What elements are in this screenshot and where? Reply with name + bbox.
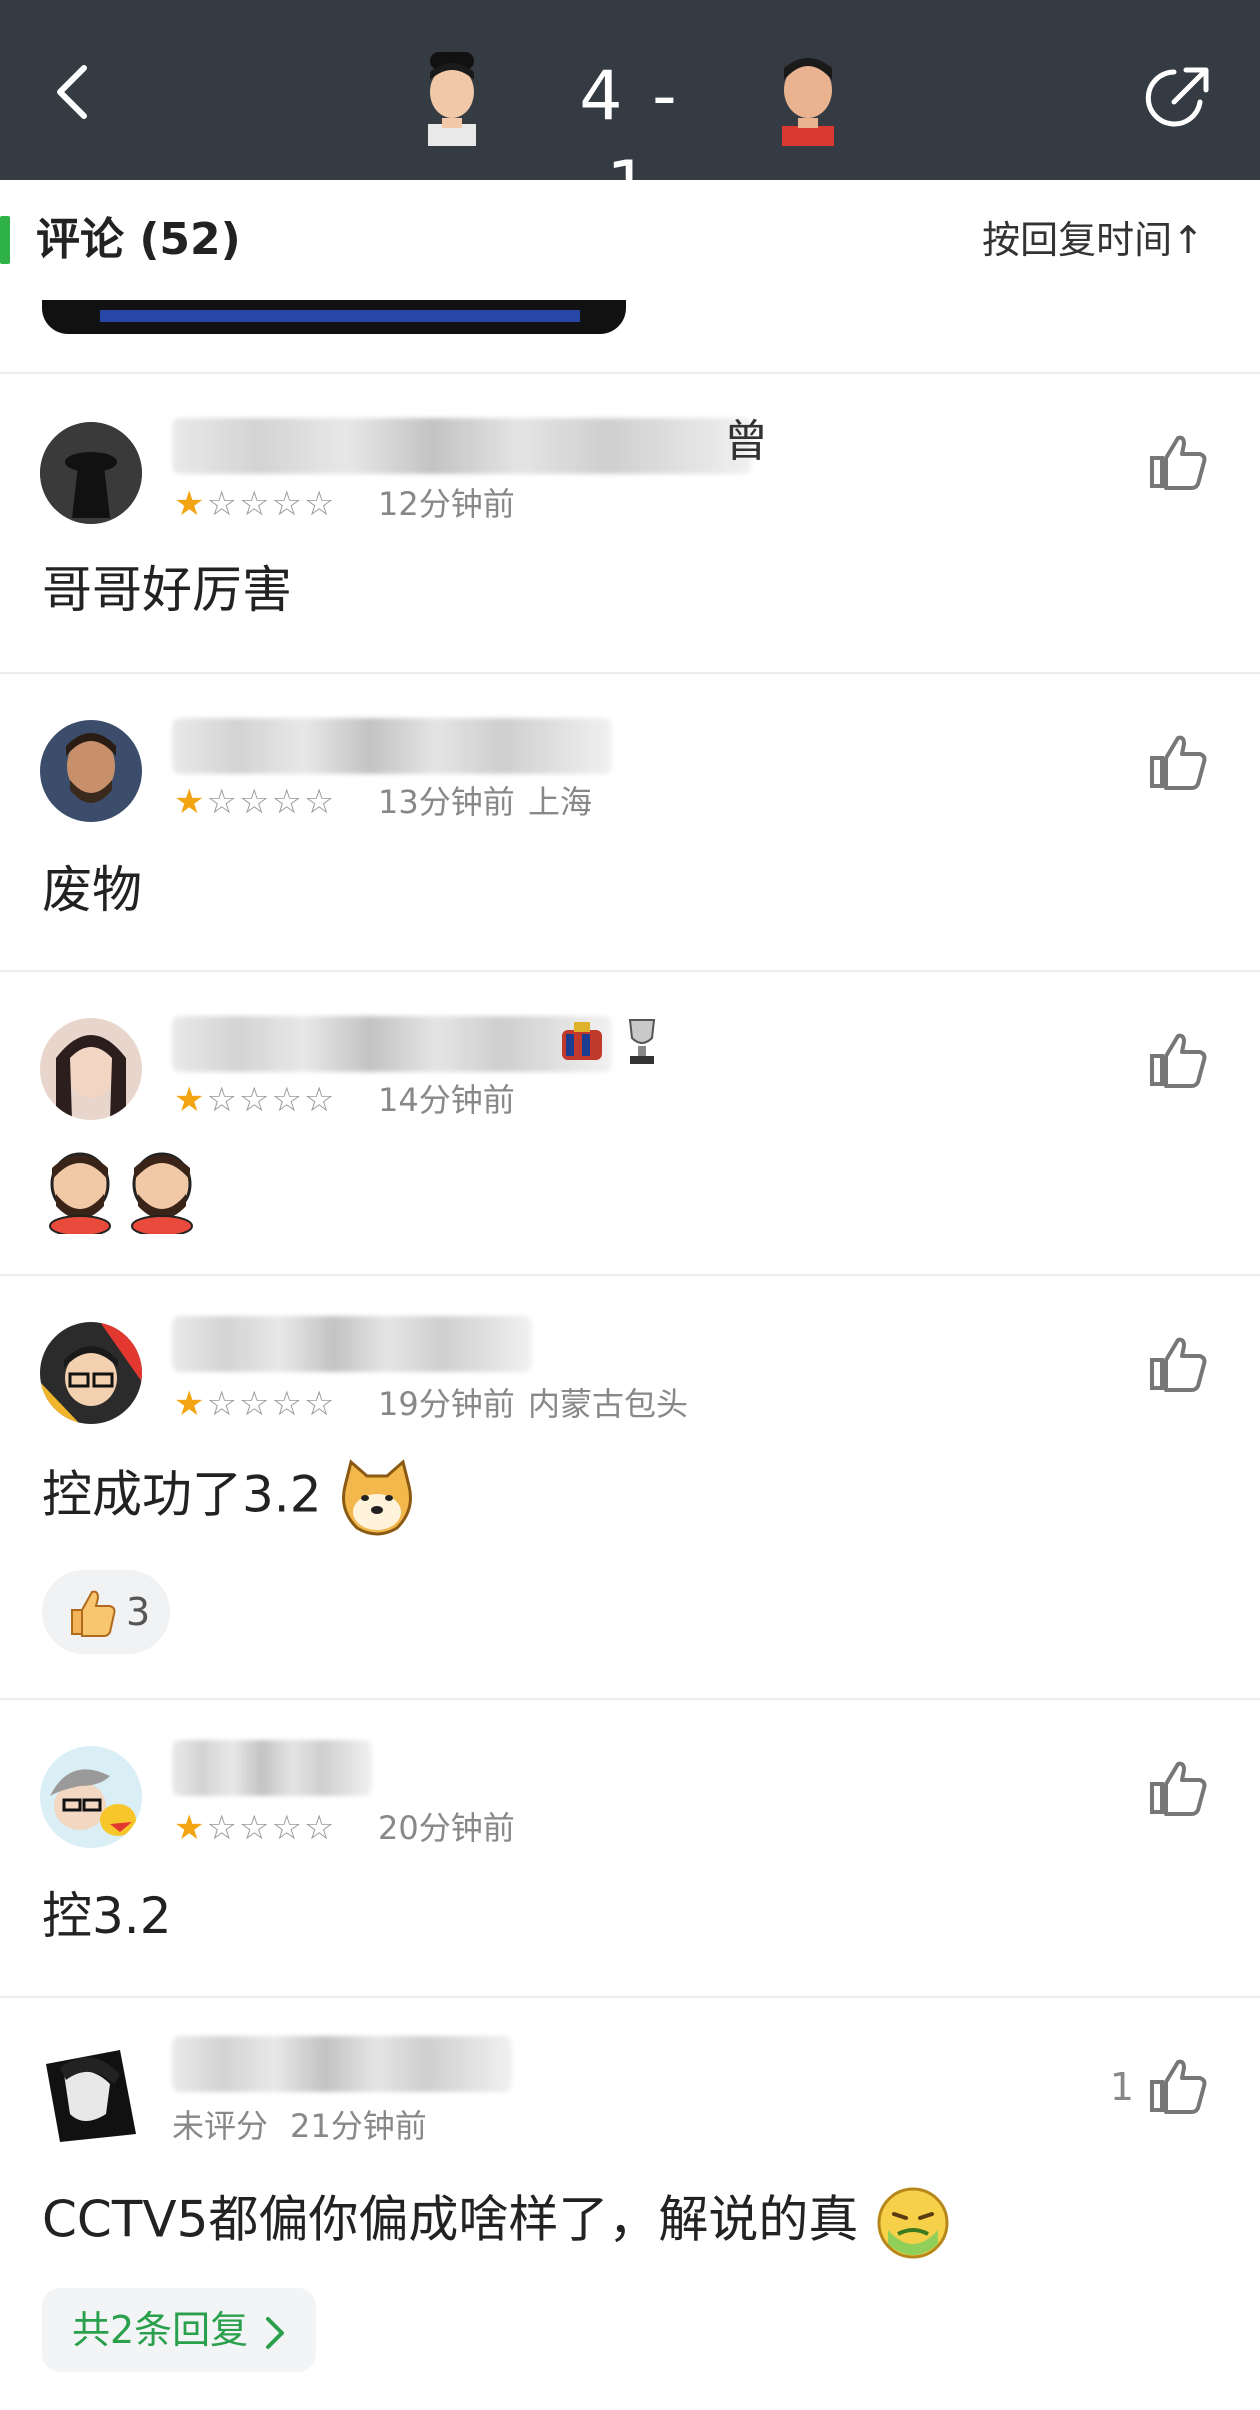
player-right-avatar[interactable] [768, 46, 848, 146]
comment-time: 13分钟前 [378, 783, 515, 821]
player-left-avatar[interactable] [412, 46, 492, 146]
user-avatar[interactable] [40, 720, 142, 822]
nauseated-emoji-icon [877, 2187, 949, 2259]
comment-time: 20分钟前 [378, 1809, 515, 1847]
comments-subheader: 评论 (52) 按回复时间↑ [0, 180, 1260, 300]
comment-location: 内蒙古包头 [528, 1385, 689, 1423]
top-bar: 4 - 1 [0, 0, 1260, 226]
rating-stars: ★☆☆☆☆ [174, 484, 337, 524]
rating-stars: ★☆☆☆☆ [174, 1808, 337, 1848]
reaction-count: 3 [126, 1590, 151, 1634]
user-avatar[interactable] [40, 422, 142, 524]
comment-item: 未评分 21分钟前 CCTV5都偏你偏成啥样了，解说的真 1 共2条回复 [0, 1998, 1260, 2410]
like-thumb-icon[interactable] [1148, 2056, 1208, 2116]
blurred-username[interactable] [172, 2036, 512, 2092]
video-thumbnail-partial[interactable] [42, 300, 626, 334]
blurred-username[interactable] [172, 1740, 372, 1796]
club-badge-icon [562, 1022, 602, 1060]
like-thumb-icon[interactable] [1148, 1758, 1208, 1818]
sort-by-reply-time-button[interactable]: 按回复时间↑ [982, 216, 1204, 264]
comment-item: ★☆☆☆☆ 13分钟前 上海 废物 [0, 674, 1260, 970]
sticker-emoji-icon [49, 1152, 193, 1234]
share-icon[interactable] [1138, 58, 1218, 138]
comment-time: 19分钟前 [378, 1385, 515, 1423]
comment-time: 14分钟前 [378, 1081, 515, 1119]
section-accent-bar [0, 216, 10, 264]
like-count: 1 [1109, 2065, 1134, 2109]
comment-item: 曾 ★☆☆☆☆ 12分钟前 哥哥好厉害 [0, 374, 1260, 672]
user-avatar[interactable] [40, 1322, 142, 1424]
thumbs-up-emoji-icon [71, 1590, 116, 1637]
like-thumb-icon[interactable] [1148, 732, 1208, 792]
back-arrow-icon[interactable] [52, 62, 92, 122]
blurred-username[interactable] [172, 418, 752, 474]
comment-time: 21分钟前 [290, 2107, 427, 2145]
comment-text-row: 控成功了3.2 [42, 1458, 417, 1538]
comment-text: 控成功了3.2 [42, 1465, 322, 1524]
chevron-right-icon [266, 2316, 285, 2349]
comment-text-row: CCTV5都偏你偏成啥样了，解说的真 [42, 2184, 952, 2262]
blurred-username[interactable] [172, 718, 612, 774]
like-thumb-icon[interactable] [1148, 1030, 1208, 1090]
reaction-pill[interactable]: 3 [42, 1570, 170, 1654]
comment-text: 废物 [42, 861, 142, 919]
rating-stars: ★☆☆☆☆ [174, 782, 337, 822]
like-thumb-icon[interactable] [1148, 1334, 1208, 1394]
rating-label: 未评分 [172, 2107, 269, 2145]
username-visible-fragment: 曾 [724, 416, 768, 467]
replies-label: 共2条回复 [72, 2308, 249, 2352]
comment-item: ★☆☆☆☆ 19分钟前 内蒙古包头 控成功了3.2 3 [0, 1276, 1260, 1698]
comment-time: 12分钟前 [378, 485, 515, 523]
match-score: 4 - 1 [579, 57, 681, 226]
comment-text: CCTV5都偏你偏成啥样了，解说的真 [42, 2190, 859, 2249]
comment-item: ★☆☆☆☆ 14分钟前 [0, 972, 1260, 1274]
user-avatar[interactable] [40, 2044, 142, 2146]
comment-item: ★☆☆☆☆ 20分钟前 控3.2 [0, 1700, 1260, 1996]
blurred-username[interactable] [172, 1316, 532, 1372]
doge-emoji-icon [342, 1459, 413, 1536]
like-thumb-icon[interactable] [1148, 432, 1208, 492]
comment-text: 哥哥好厉害 [42, 561, 292, 619]
comment-location: 上海 [528, 783, 593, 821]
rating-stars: ★☆☆☆☆ [174, 1384, 337, 1424]
user-avatar[interactable] [40, 1018, 142, 1120]
trophy-badge-icon [628, 1019, 656, 1064]
blurred-username[interactable] [172, 1016, 612, 1072]
comments-count-title: 评论 (52) [36, 214, 241, 265]
rating-stars: ★☆☆☆☆ [174, 1080, 337, 1120]
user-avatar[interactable] [40, 1746, 142, 1848]
comment-text: 控3.2 [42, 1887, 172, 1945]
view-replies-button[interactable]: 共2条回复 [42, 2288, 317, 2372]
